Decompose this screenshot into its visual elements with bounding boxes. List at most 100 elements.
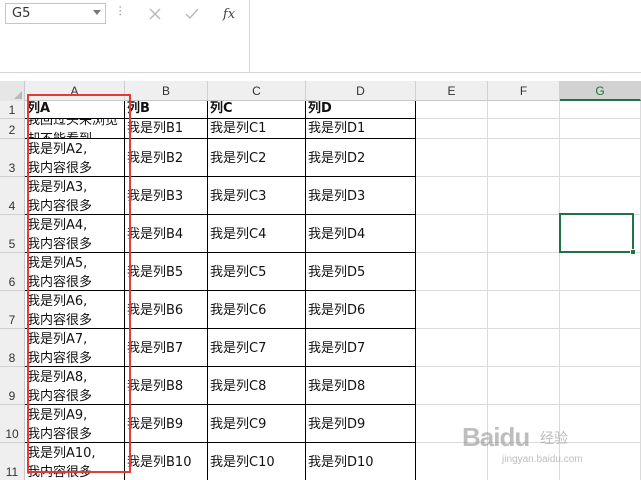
table-cell[interactable]: 我是列D3 bbox=[306, 177, 416, 215]
row-header-6[interactable]: 6 bbox=[0, 253, 24, 291]
cell-text: 我是列B8 bbox=[127, 379, 184, 394]
cell-text: 我是列D9 bbox=[308, 417, 366, 432]
active-cell-selection[interactable] bbox=[559, 213, 634, 253]
cell-text: 我是列B2 bbox=[127, 151, 184, 166]
table-cell[interactable]: 我是列B1 bbox=[125, 119, 208, 139]
table-cell[interactable]: 我是列B8 bbox=[125, 367, 208, 405]
row-header-1[interactable]: 1 bbox=[0, 101, 24, 119]
empty-cell[interactable] bbox=[488, 101, 560, 119]
table-cell[interactable]: 我是列D1 bbox=[306, 119, 416, 139]
column-header-b[interactable]: B bbox=[125, 81, 208, 101]
empty-cell[interactable] bbox=[416, 119, 488, 139]
table-cell[interactable]: 我是列D6 bbox=[306, 291, 416, 329]
column-header-g[interactable]: G bbox=[560, 81, 641, 101]
column-header-f[interactable]: F bbox=[488, 81, 560, 101]
row-header-3[interactable]: 3 bbox=[0, 139, 24, 177]
empty-cell[interactable] bbox=[560, 329, 641, 367]
table-cell[interactable]: 我是列B3 bbox=[125, 177, 208, 215]
empty-cell[interactable] bbox=[560, 139, 641, 177]
table-cell[interactable]: 我是列B7 bbox=[125, 329, 208, 367]
row-header-9[interactable]: 9 bbox=[0, 367, 24, 405]
table-cell[interactable]: 我是列C3 bbox=[208, 177, 306, 215]
header-cell[interactable]: 列D bbox=[306, 101, 416, 119]
table-cell[interactable]: 我是列C10 bbox=[208, 443, 306, 480]
table-cell[interactable]: 我是列B6 bbox=[125, 291, 208, 329]
row-header-4[interactable]: 4 bbox=[0, 177, 24, 215]
empty-cell[interactable] bbox=[560, 291, 641, 329]
formula-buttons: fx bbox=[132, 0, 247, 28]
table-cell[interactable]: 我是列B9 bbox=[125, 405, 208, 443]
cell-text: 我是列D7 bbox=[308, 341, 366, 356]
fill-handle[interactable] bbox=[630, 249, 636, 255]
empty-cell[interactable] bbox=[560, 101, 641, 119]
chevron-down-icon[interactable] bbox=[93, 10, 101, 15]
table-cell[interactable]: 我是列D4 bbox=[306, 215, 416, 253]
empty-cell[interactable] bbox=[488, 139, 560, 177]
empty-cell[interactable] bbox=[488, 367, 560, 405]
table-cell[interactable]: 我是列C2 bbox=[208, 139, 306, 177]
cell-text: 我是列B10 bbox=[127, 455, 192, 470]
empty-cell[interactable] bbox=[416, 215, 488, 253]
cell-text: 我是列C2 bbox=[210, 151, 267, 166]
empty-cell[interactable] bbox=[560, 253, 641, 291]
empty-cell[interactable] bbox=[416, 101, 488, 119]
cell-text: 我是列B7 bbox=[127, 341, 184, 356]
empty-cell[interactable] bbox=[560, 367, 641, 405]
empty-cell[interactable] bbox=[488, 253, 560, 291]
close-icon[interactable] bbox=[142, 3, 168, 25]
table-cell[interactable]: 我是列B4 bbox=[125, 215, 208, 253]
empty-cell[interactable] bbox=[416, 177, 488, 215]
column-title: 列C bbox=[210, 101, 233, 116]
cell-text: 我是列C6 bbox=[210, 303, 267, 318]
table-cell[interactable]: 我是列B2 bbox=[125, 139, 208, 177]
table-cell[interactable]: 我是列D10 bbox=[306, 443, 416, 480]
table-cell[interactable]: 我是列D5 bbox=[306, 253, 416, 291]
empty-cell[interactable] bbox=[488, 177, 560, 215]
formula-input[interactable] bbox=[249, 0, 641, 73]
row-header-7[interactable]: 7 bbox=[0, 291, 24, 329]
row-header-10[interactable]: 10 bbox=[0, 405, 24, 443]
table-cell[interactable]: 我是列B5 bbox=[125, 253, 208, 291]
table-cell[interactable]: 我是列C1 bbox=[208, 119, 306, 139]
empty-cell[interactable] bbox=[488, 215, 560, 253]
empty-cell[interactable] bbox=[488, 291, 560, 329]
table-cell[interactable]: 我是列C4 bbox=[208, 215, 306, 253]
empty-cell[interactable] bbox=[560, 177, 641, 215]
empty-cell[interactable] bbox=[560, 119, 641, 139]
column-header-d[interactable]: D bbox=[306, 81, 416, 101]
table-cell[interactable]: 我是列C8 bbox=[208, 367, 306, 405]
header-cell[interactable]: 列C bbox=[208, 101, 306, 119]
table-cell[interactable]: 我是列C7 bbox=[208, 329, 306, 367]
insert-function-button[interactable]: fx bbox=[216, 3, 242, 25]
cell-text: 我是列B5 bbox=[127, 265, 184, 280]
table-cell[interactable]: 我是列B10 bbox=[125, 443, 208, 480]
table-cell[interactable]: 我是列D9 bbox=[306, 405, 416, 443]
more-options-icon[interactable]: ··· bbox=[113, 5, 127, 16]
row-header-11[interactable]: 11 bbox=[0, 443, 24, 480]
empty-cell[interactable] bbox=[416, 291, 488, 329]
empty-cell[interactable] bbox=[488, 329, 560, 367]
empty-cell[interactable] bbox=[416, 329, 488, 367]
table-cell[interactable]: 我是列C6 bbox=[208, 291, 306, 329]
name-box[interactable]: G5 bbox=[5, 3, 106, 24]
table-cell[interactable]: 我是列D7 bbox=[306, 329, 416, 367]
select-all-corner[interactable] bbox=[0, 81, 25, 101]
table-cell[interactable]: 我是列C9 bbox=[208, 405, 306, 443]
check-icon[interactable] bbox=[179, 3, 205, 25]
table-cell[interactable]: 我是列D8 bbox=[306, 367, 416, 405]
table-cell[interactable]: 我是列C5 bbox=[208, 253, 306, 291]
empty-cell[interactable] bbox=[416, 253, 488, 291]
select-all-icon[interactable] bbox=[14, 91, 22, 99]
row-header-5[interactable]: 5 bbox=[0, 215, 24, 253]
empty-cell[interactable] bbox=[416, 139, 488, 177]
cell-text: 我是列C4 bbox=[210, 227, 267, 242]
column-header-c[interactable]: C bbox=[208, 81, 306, 101]
empty-cell[interactable] bbox=[488, 119, 560, 139]
column-header-e[interactable]: E bbox=[416, 81, 488, 101]
row-header-8[interactable]: 8 bbox=[0, 329, 24, 367]
row-header-2[interactable]: 2 bbox=[0, 119, 24, 139]
table-cell[interactable]: 我是列D2 bbox=[306, 139, 416, 177]
empty-cell[interactable] bbox=[416, 367, 488, 405]
watermark-brand: Baidu bbox=[462, 422, 530, 452]
header-cell[interactable]: 列B bbox=[125, 101, 208, 119]
